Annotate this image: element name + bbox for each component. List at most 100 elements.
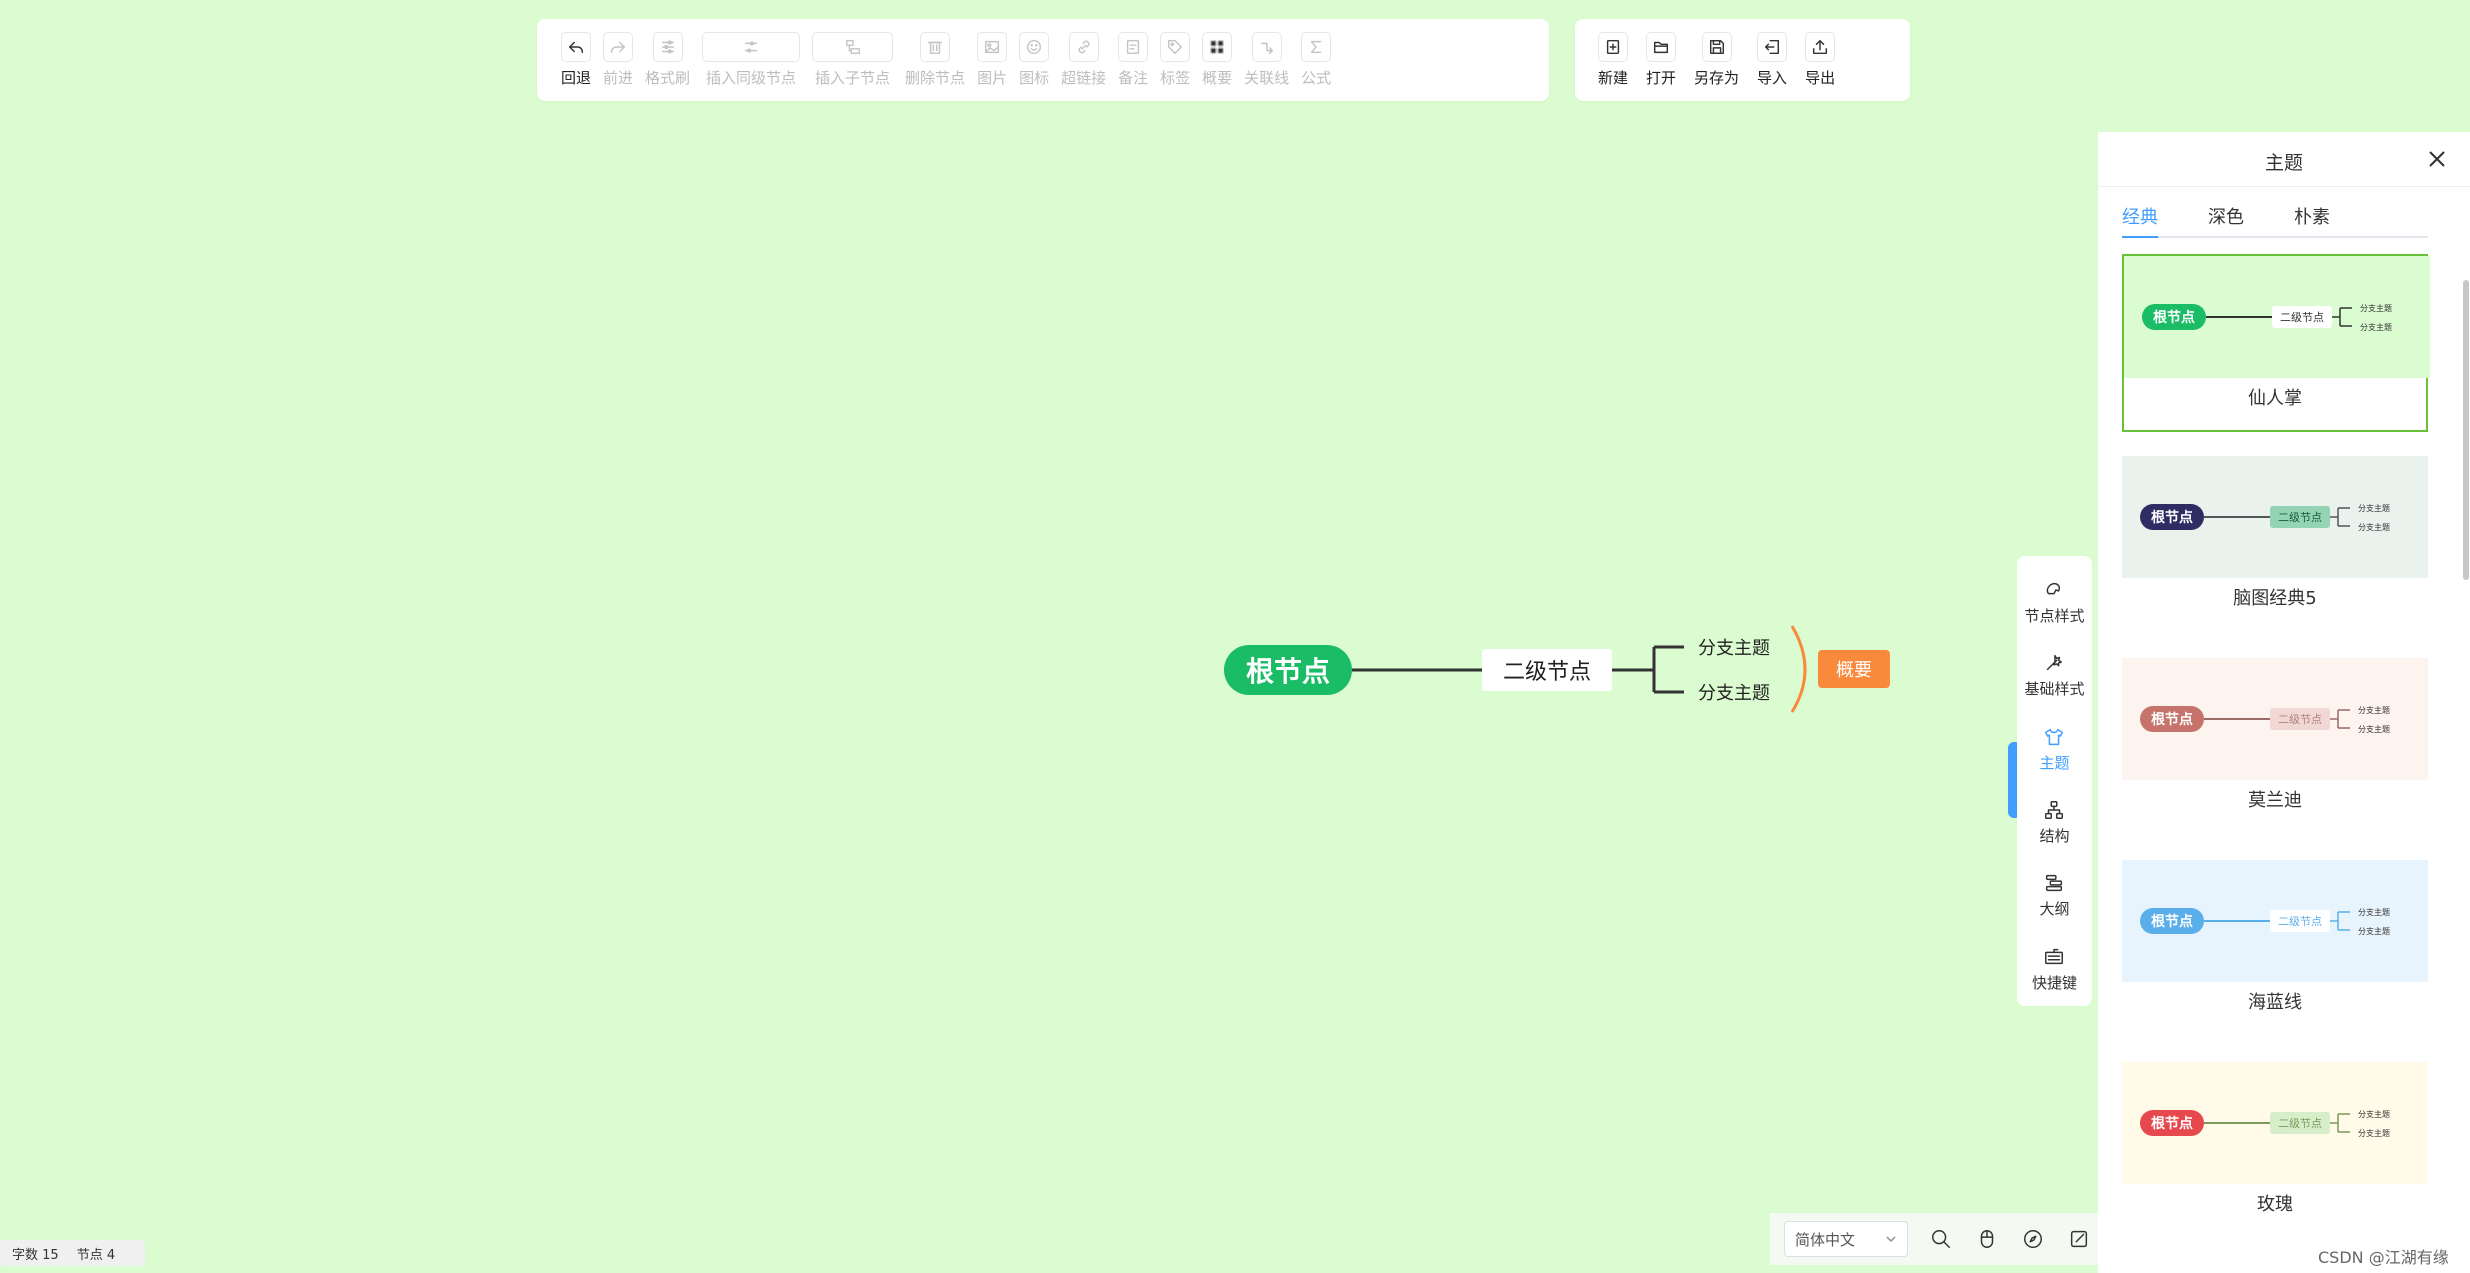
save-as-button[interactable]: 另存为 [1694,32,1739,88]
summary-button[interactable]: 概要 [1202,32,1232,88]
preview-branch-node: 分支主题 [2358,1110,2390,1119]
root-node[interactable]: 根节点 [1224,645,1352,695]
folder-open-button[interactable]: 打开 [1646,32,1676,88]
preview-branch-node: 分支主题 [2360,304,2392,313]
sibling-node-icon [744,41,758,53]
scrollbar-thumb[interactable] [2463,280,2469,580]
side-nav-item[interactable]: 大纲 [2039,859,2070,932]
second-level-node[interactable]: 二级节点 [1482,649,1612,691]
child-node-button[interactable]: 插入子节点 [812,32,894,88]
close-icon[interactable] [2426,148,2448,170]
preview-branch-node: 分支主题 [2358,908,2390,917]
summary-bracket [1790,625,1807,713]
tag-button[interactable]: 标签 [1160,32,1190,88]
theme-card[interactable]: 根节点 二级节点 分支主题 分支主题 莫兰迪 [2122,658,2428,836]
export-button[interactable]: 导出 [1805,32,1835,88]
theme-tab[interactable]: 经典 [2122,200,2158,238]
side-nav-item[interactable]: 快捷键 [2032,933,2077,1006]
preview-line [2204,516,2270,518]
preview-branch-node: 分支主题 [2358,1129,2390,1138]
theme-card[interactable]: 根节点 二级节点 分支主题 分支主题 海蓝线 [2122,860,2428,1038]
toolbar-icon-box [702,32,801,62]
branch-node[interactable]: 分支主题 [1694,633,1774,661]
edit-icon[interactable] [2066,1226,2092,1252]
redo-icon [610,41,626,54]
preview-line [2206,316,2272,318]
preview-branch-node: 分支主题 [2358,523,2390,532]
formula-icon [1310,40,1322,54]
chevron-down-icon [1886,1236,1896,1243]
toolbar-button-label: 插入子节点 [815,69,891,87]
smiley-icon [1027,39,1042,55]
mouse-icon[interactable] [1974,1226,2000,1252]
toolbar-icon-box [1757,32,1788,62]
side-nav-label: 快捷键 [2031,973,2077,992]
theme-tab[interactable]: 朴素 [2294,200,2330,236]
association-line-button[interactable]: 关联线 [1244,32,1289,88]
compass-icon[interactable] [2020,1226,2046,1252]
theme-tab[interactable]: 深色 [2208,200,2244,236]
toolbar-icon-box [1202,32,1233,62]
trash-button[interactable]: 删除节点 [905,32,965,88]
side-nav-item[interactable]: 基础样式 [2024,639,2085,712]
preview-root-node: 根节点 [2142,304,2206,330]
node-style-icon [2047,583,2061,595]
toolbar-icon-box [1598,32,1628,62]
preview-line [2204,718,2270,720]
preview-root-node: 根节点 [2140,504,2204,530]
preview-line [2204,920,2270,922]
folder-open-icon [1653,41,1669,54]
theme-name: 海蓝线 [2248,992,2302,1013]
association-line-icon [1260,42,1273,55]
image-button[interactable]: 图片 [977,32,1007,88]
link-button[interactable]: 超链接 [1061,32,1106,88]
language-select-value: 简体中文 [1795,1230,1856,1249]
new-file-button[interactable]: 新建 [1598,32,1628,88]
format-brush-button[interactable]: 格式刷 [645,32,690,88]
note-button[interactable]: 备注 [1118,32,1148,88]
toolbar-button-label: 超链接 [1061,69,1107,87]
import-button[interactable]: 导入 [1757,32,1787,88]
language-select[interactable]: 简体中文 [1784,1221,1908,1257]
redo-button[interactable]: 前进 [603,32,633,88]
file-toolbar: 新建 打开 另存为 导入 导出 [1575,19,1910,101]
toolbar-button-label: 打开 [1646,69,1677,87]
bottom-toolbar: 简体中文 [1770,1213,2098,1265]
toolbar-button-label: 导入 [1757,69,1788,87]
theme-card[interactable]: 根节点 二级节点 分支主题 分支主题 仙人掌 [2122,254,2430,432]
undo-button[interactable]: 回退 [561,32,591,88]
toolbar-button-label: 关联线 [1244,69,1290,87]
preview-branch-node: 分支主题 [2358,706,2390,715]
theme-card[interactable]: 根节点 二级节点 分支主题 分支主题 玫瑰 [2122,1062,2428,1240]
summary-node[interactable]: 概要 [1818,650,1890,688]
side-nav-item[interactable]: 节点样式 [2024,566,2085,639]
preview-bracket [2330,1113,2350,1133]
toolbar-icon-box [1646,32,1677,62]
panel-scrollbar[interactable] [2462,196,2470,1273]
preview-second-node: 二级节点 [2270,910,2330,932]
smiley-button[interactable]: 图标 [1019,32,1049,88]
toolbar-icon-box [812,32,894,62]
theme-card[interactable]: 根节点 二级节点 分支主题 分支主题 脑图经典5 [2122,456,2428,634]
side-nav-item[interactable]: 结构 [2039,786,2070,859]
toolbar-button-label: 前进 [603,69,634,87]
toolbar-button-label: 格式刷 [645,69,691,87]
sibling-node-button[interactable]: 插入同级节点 [702,32,801,88]
toolbar-button-label: 公式 [1301,69,1332,87]
branch-node[interactable]: 分支主题 [1694,678,1774,706]
theme-preview: 根节点 二级节点 分支主题 分支主题 [2122,860,2428,982]
toolbar-button-label: 概要 [1202,69,1233,87]
summary-icon [1210,39,1225,55]
toolbar-button-label: 图标 [1019,69,1050,87]
keyboard-icon [2045,948,2064,964]
side-nav-item[interactable]: 主题 [2039,713,2070,786]
search-icon[interactable] [1928,1226,1954,1252]
formula-button[interactable]: 公式 [1301,32,1331,88]
new-file-icon [1606,39,1620,55]
toolbar-icon-box [1701,32,1732,62]
structure-icon [2045,801,2064,820]
preview-second-node: 二级节点 [2270,506,2330,528]
side-nav-label: 结构 [2039,827,2070,846]
toolbar-icon-box [977,32,1008,62]
toolbar-icon-box [1160,32,1191,62]
